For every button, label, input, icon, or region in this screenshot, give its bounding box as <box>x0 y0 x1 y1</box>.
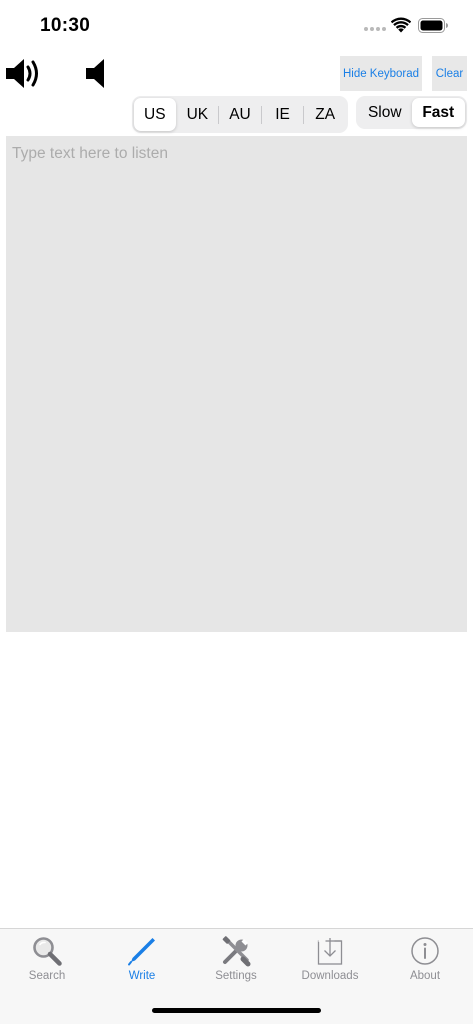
hide-keyboard-button[interactable]: Hide Keyborad <box>340 56 422 91</box>
tab-write[interactable]: Write <box>95 929 189 991</box>
magnifier-icon <box>33 937 62 966</box>
tab-downloads[interactable]: Downloads <box>283 929 377 991</box>
download-tray-icon <box>317 938 343 965</box>
tab-search[interactable]: Search <box>0 929 94 991</box>
status-bar: 10:30 <box>0 0 473 52</box>
cellular-signal-icon <box>364 27 386 31</box>
tools-icon <box>222 936 251 967</box>
battery-icon <box>418 18 448 33</box>
pen-icon <box>128 938 155 966</box>
tab-settings[interactable]: Settings <box>189 929 283 991</box>
speaker-loud-icon[interactable] <box>5 57 43 90</box>
accent-option-au[interactable]: AU <box>219 98 261 131</box>
tab-about[interactable]: About <box>378 929 472 991</box>
speed-option-slow[interactable]: Slow <box>358 98 412 127</box>
accent-option-ie[interactable]: IE <box>262 98 304 131</box>
tab-label: Write <box>128 970 156 982</box>
text-to-speech-input[interactable] <box>6 136 467 632</box>
accent-option-za[interactable]: ZA <box>304 98 346 131</box>
tab-label: Settings <box>215 970 257 982</box>
text-input-panel <box>6 136 467 632</box>
tab-label: Search <box>28 970 66 982</box>
tab-label: Downloads <box>301 970 359 982</box>
tab-label: About <box>409 970 441 982</box>
clear-button[interactable]: Clear <box>432 56 467 91</box>
status-time: 10:30 <box>40 15 91 36</box>
speaker-quiet-icon[interactable] <box>85 57 107 90</box>
speed-selector: Slow Fast <box>356 96 467 129</box>
home-indicator <box>152 1008 321 1013</box>
info-icon <box>411 937 439 965</box>
wifi-icon <box>391 17 411 33</box>
accent-option-us[interactable]: US <box>134 98 176 131</box>
speed-option-fast[interactable]: Fast <box>411 98 465 127</box>
accent-selector: US UK AU IE ZA <box>132 96 348 133</box>
accent-option-uk[interactable]: UK <box>177 98 219 131</box>
